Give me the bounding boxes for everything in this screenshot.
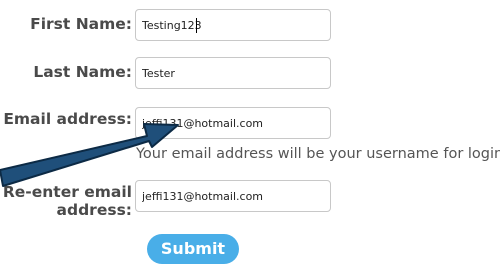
reenter-email-label-line2: address: xyxy=(56,201,132,219)
reenter-email-input[interactable] xyxy=(135,180,331,212)
text-cursor xyxy=(196,18,197,33)
first-name-input[interactable] xyxy=(135,9,331,41)
reenter-email-label-line1: Re-enter email xyxy=(2,183,132,201)
first-name-label: First Name: xyxy=(30,15,132,33)
email-label: Email address: xyxy=(3,110,132,128)
last-name-label: Last Name: xyxy=(33,63,132,81)
reenter-email-label: Re-enter email address: xyxy=(3,183,132,219)
submit-button[interactable]: Submit xyxy=(147,234,239,264)
registration-form: First Name: Last Name: Email address: Yo… xyxy=(0,0,500,264)
email-input[interactable] xyxy=(135,107,331,139)
email-hint: Your email address will be your username… xyxy=(136,146,500,162)
last-name-input[interactable] xyxy=(135,57,331,89)
